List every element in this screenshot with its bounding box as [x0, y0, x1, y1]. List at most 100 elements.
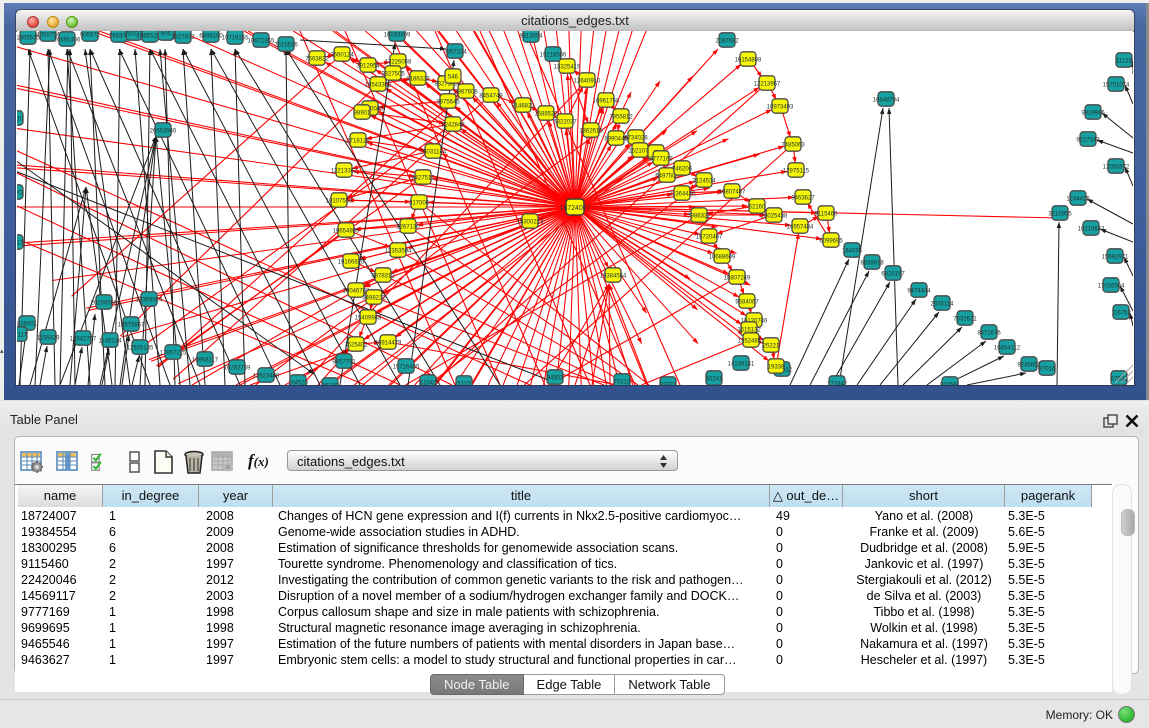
svg-text:6466160: 6466160 [199, 33, 223, 39]
svg-text:6734028: 6734028 [624, 135, 648, 141]
svg-text:9777169: 9777169 [649, 156, 673, 162]
svg-text:16961758: 16961758 [593, 98, 620, 104]
svg-text:9684067: 9684067 [735, 299, 759, 305]
svg-text:12353594: 12353594 [385, 248, 412, 254]
svg-text:10671355: 10671355 [248, 38, 275, 44]
svg-text:746206: 746206 [672, 166, 693, 172]
svg-text:9245652: 9245652 [1017, 362, 1041, 368]
svg-text:8454749: 8454749 [479, 93, 503, 99]
svg-text:8427512: 8427512 [411, 175, 435, 181]
svg-text:25221: 25221 [763, 343, 780, 349]
svg-text:61042: 61042 [420, 380, 437, 385]
svg-text:5878312: 5878312 [371, 273, 395, 279]
svg-text:20206556: 20206556 [91, 300, 118, 306]
svg-text:2087682: 2087682 [715, 38, 739, 44]
svg-text:164095: 164095 [842, 248, 863, 254]
svg-text:16914479: 16914479 [375, 340, 402, 346]
svg-text:17016504: 17016504 [1098, 283, 1125, 289]
svg-text:10807487: 10807487 [719, 189, 746, 195]
svg-text:3215955: 3215955 [1048, 211, 1072, 217]
svg-text:19166825: 19166825 [338, 259, 365, 265]
svg-text:14957484: 14957484 [787, 224, 814, 230]
svg-text:9463627: 9463627 [791, 195, 815, 201]
svg-text:1145134: 1145134 [99, 338, 123, 344]
svg-text:10958117: 10958117 [192, 357, 219, 363]
svg-text:16782759: 16782759 [224, 365, 251, 371]
svg-text:9329996: 9329996 [1081, 110, 1105, 116]
svg-text:10025438: 10025438 [761, 213, 788, 219]
svg-text:17957225: 17957225 [160, 350, 187, 356]
svg-text:7625402: 7625402 [344, 342, 368, 348]
svg-text:10107553: 10107553 [326, 198, 353, 204]
svg-text:8471676: 8471676 [977, 330, 1001, 336]
svg-text:12093872: 12093872 [1103, 164, 1130, 170]
svg-text:317006: 317006 [409, 200, 430, 206]
svg-text:7515526: 7515526 [274, 42, 298, 48]
svg-text:7632621: 7632621 [953, 316, 977, 322]
svg-text:18724007: 18724007 [559, 205, 590, 212]
svg-text:94503: 94503 [547, 375, 564, 381]
svg-text:3912954: 3912954 [356, 63, 380, 69]
svg-text:16210643: 16210643 [1078, 226, 1105, 232]
svg-text:6322037: 6322037 [553, 119, 577, 125]
svg-text:3660124: 3660124 [330, 52, 354, 58]
svg-text:14136141: 14136141 [728, 361, 755, 367]
svg-text:16648784: 16648784 [873, 97, 900, 103]
svg-text:3875645: 3875645 [436, 99, 460, 105]
svg-text:26553946: 26553946 [150, 128, 177, 134]
svg-text:12942757: 12942757 [70, 336, 97, 342]
svg-text:26031144: 26031144 [420, 149, 447, 155]
svg-text:13640910: 13640910 [574, 78, 601, 84]
svg-text:87016: 87016 [1039, 366, 1056, 372]
svg-text:57533: 57533 [1111, 376, 1128, 382]
svg-text:905572: 905572 [80, 32, 101, 38]
svg-text:18807249: 18807249 [724, 275, 751, 281]
svg-text:16033809: 16033809 [384, 32, 411, 38]
svg-text:12923448: 12923448 [253, 373, 280, 379]
svg-text:7485063: 7485063 [781, 142, 805, 148]
svg-text:2718126: 2718126 [346, 138, 370, 144]
svg-text:20691406: 20691406 [54, 37, 81, 43]
svg-text:7663822: 7663822 [305, 56, 329, 62]
svg-text:6829197: 6829197 [881, 271, 905, 277]
svg-text:9227343: 9227343 [1076, 137, 1100, 143]
svg-text:7986322: 7986322 [687, 213, 711, 219]
svg-text:3498222: 3498222 [362, 295, 386, 301]
svg-text:20672: 20672 [17, 190, 24, 196]
svg-text:12975115: 12975115 [783, 168, 810, 174]
svg-text:10688609: 10688609 [709, 254, 736, 260]
svg-text:8813054: 8813054 [519, 33, 543, 39]
svg-text:83710: 83710 [17, 116, 24, 122]
svg-text:1527602: 1527602 [171, 34, 195, 40]
svg-text:1362615: 1362615 [579, 128, 603, 134]
svg-text:924561: 924561 [940, 382, 961, 385]
svg-text:15716485: 15716485 [393, 364, 420, 370]
svg-text:12505135: 12505135 [127, 345, 154, 351]
svg-text:3267130: 3267130 [396, 224, 420, 230]
svg-text:19218506: 19218506 [540, 52, 567, 58]
svg-text:13325419: 13325419 [554, 64, 581, 70]
svg-text:62160: 62160 [749, 204, 766, 210]
svg-text:5123: 5123 [457, 381, 471, 385]
svg-text:70213: 70213 [614, 379, 631, 385]
svg-text:8186328: 8186328 [406, 76, 430, 82]
svg-text:13524851: 13524851 [738, 338, 765, 344]
svg-text:98901: 98901 [354, 110, 371, 116]
svg-text:15692971: 15692971 [1102, 254, 1129, 260]
svg-text:10719155: 10719155 [222, 35, 249, 41]
svg-text:104523: 104523 [288, 380, 309, 385]
svg-text:96120: 96120 [322, 383, 339, 385]
svg-text:16154808: 16154808 [735, 57, 762, 63]
svg-text:15300213: 15300213 [517, 219, 544, 225]
svg-text:19338: 19338 [768, 364, 785, 370]
svg-text:11123: 11123 [1116, 58, 1132, 64]
svg-text:21364436: 21364436 [669, 191, 696, 197]
svg-text:50241: 50241 [706, 376, 723, 382]
svg-text:7857224: 7857224 [443, 49, 467, 55]
svg-text:9457791: 9457791 [332, 359, 356, 365]
svg-text:546: 546 [448, 74, 459, 80]
svg-text:9242848: 9242848 [441, 122, 465, 128]
svg-text:9115460: 9115460 [815, 211, 839, 217]
svg-text:19384554: 19384554 [600, 273, 627, 279]
svg-text:10975867: 10975867 [118, 322, 145, 328]
